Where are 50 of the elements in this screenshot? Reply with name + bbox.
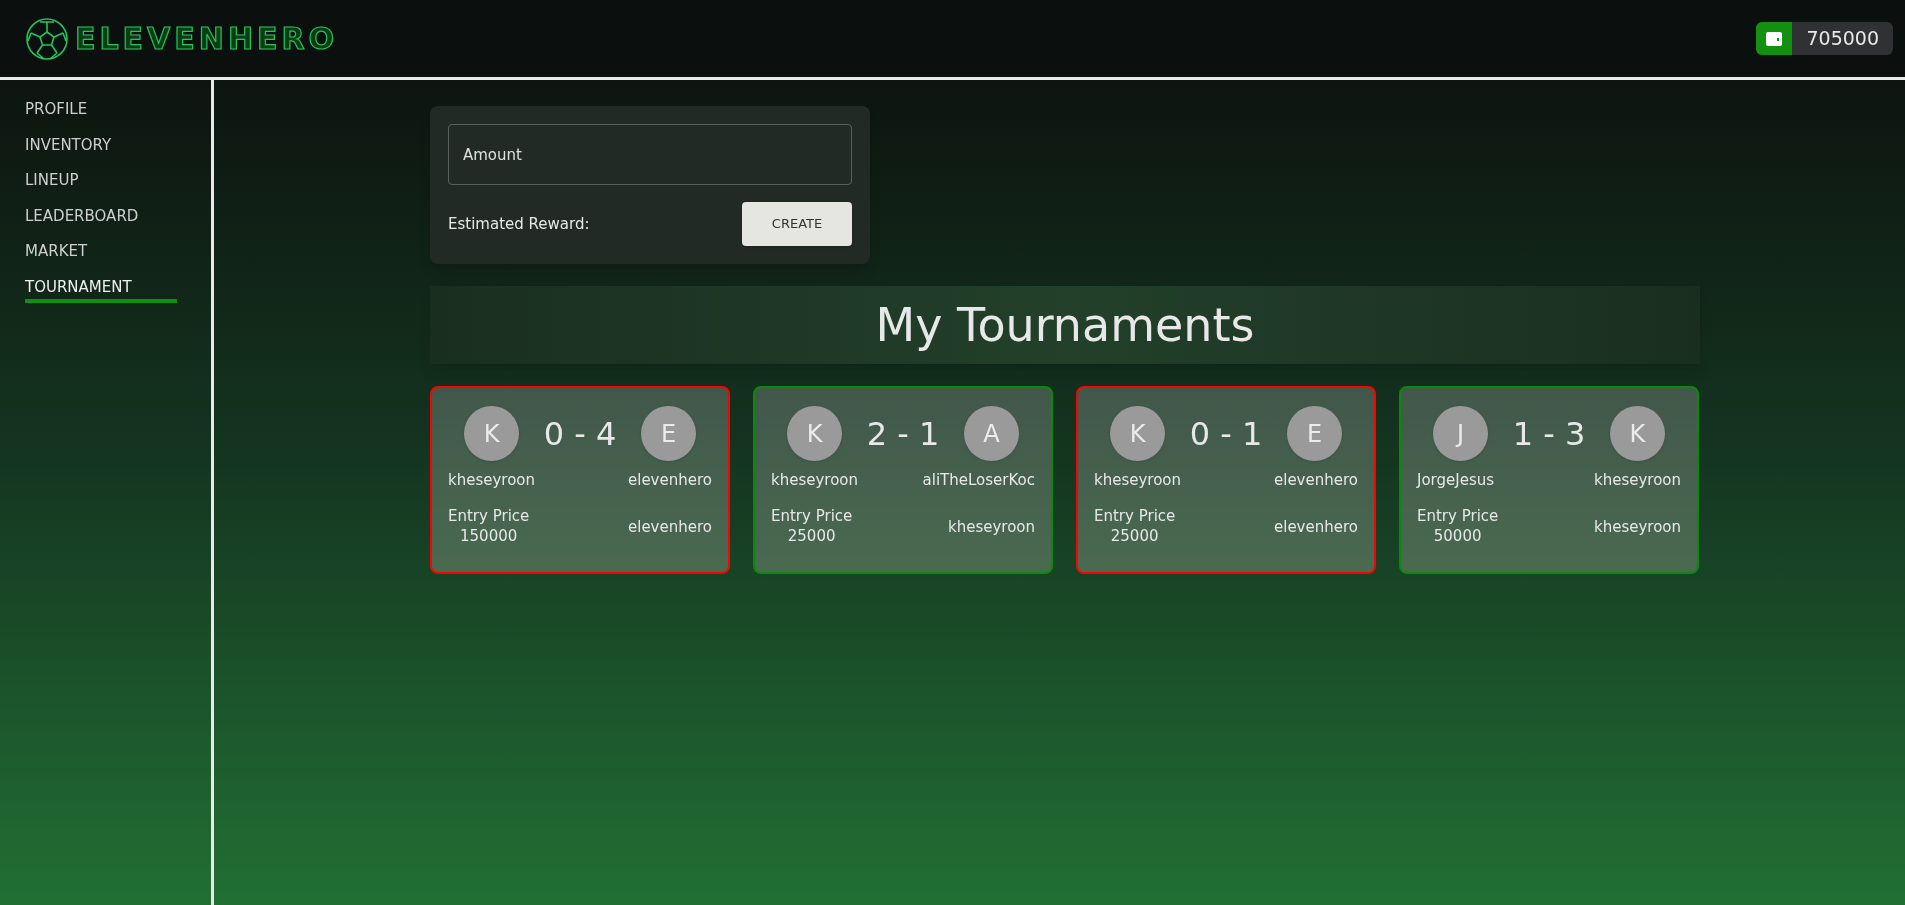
create-button[interactable]: CREATE: [742, 202, 852, 246]
amount-field[interactable]: Amount: [448, 124, 852, 185]
player-name: kheseyroon: [448, 470, 536, 491]
sidebar-item[interactable]: TOURNAMENT: [25, 275, 177, 303]
sidebar-item[interactable]: PROFILE: [25, 98, 88, 126]
player-name: kheseyroon: [771, 470, 859, 491]
player-name: elevenhero: [628, 470, 712, 491]
match-score: 0 - 4: [543, 417, 617, 450]
avatar: E: [1287, 406, 1342, 461]
soccer-ball-icon: [25, 16, 69, 61]
tournament-card[interactable]: K 2 - 1 A kheseyroon aliTheLoserKoc Entry Price 25000 kheseyroon: [753, 386, 1053, 574]
sidebar-item[interactable]: LEADERBOARD: [25, 204, 139, 232]
player-name: kheseyroon: [1094, 470, 1182, 491]
avatar: K: [1110, 406, 1165, 461]
winner-name: kheseyroon: [947, 516, 1035, 538]
avatar: K: [464, 406, 519, 461]
entry-price-label: Entry Price: [1417, 505, 1499, 526]
avatar: K: [787, 406, 842, 461]
sidebar-item[interactable]: MARKET: [25, 240, 88, 268]
match-score: 1 - 3: [1512, 417, 1586, 450]
avatar: A: [964, 406, 1019, 461]
balance-value: 705000: [1805, 26, 1880, 52]
entry-price-value: 50000: [1433, 525, 1482, 546]
winner-name: elevenhero: [1274, 516, 1358, 538]
match-score: 2 - 1: [866, 417, 940, 450]
avatar: K: [1610, 406, 1665, 461]
sidebar-item[interactable]: INVENTORY: [25, 133, 112, 161]
player-name: aliTheLoserKoc: [922, 470, 1035, 491]
tournament-card[interactable]: K 0 - 1 E kheseyroon elevenhero Entry Price 25000 elevenhero: [1076, 386, 1376, 574]
avatar: E: [641, 406, 696, 461]
entry-price-value: 25000: [787, 525, 836, 546]
tournament-card[interactable]: K 0 - 4 E kheseyroon elevenhero Entry Price 150000 elevenhero: [430, 386, 730, 574]
entry-price-label: Entry Price: [1094, 505, 1176, 526]
entry-price-label: Entry Price: [771, 505, 853, 526]
entry-price-value: 150000: [460, 525, 518, 546]
player-name: kheseyroon: [1593, 470, 1681, 491]
entry-price-value: 25000: [1110, 525, 1159, 546]
player-name: elevenhero: [1274, 470, 1358, 491]
section-title: My Tournaments: [875, 296, 1255, 354]
wallet-icon: [1765, 30, 1784, 47]
match-score: 0 - 1: [1189, 417, 1263, 450]
sidebar-item[interactable]: LINEUP: [25, 169, 79, 197]
winner-name: elevenhero: [628, 516, 712, 538]
wallet-balance[interactable]: 705000: [1756, 22, 1893, 55]
player-name: JorgeJesus: [1417, 470, 1495, 491]
tournament-card[interactable]: J 1 - 3 K JorgeJesus kheseyroon Entry Price 50000 kheseyroon: [1399, 386, 1699, 574]
estimated-reward-label: Estimated Reward:: [448, 213, 590, 235]
winner-name: kheseyroon: [1593, 516, 1681, 538]
avatar: J: [1433, 406, 1488, 461]
entry-price-label: Entry Price: [448, 505, 530, 526]
